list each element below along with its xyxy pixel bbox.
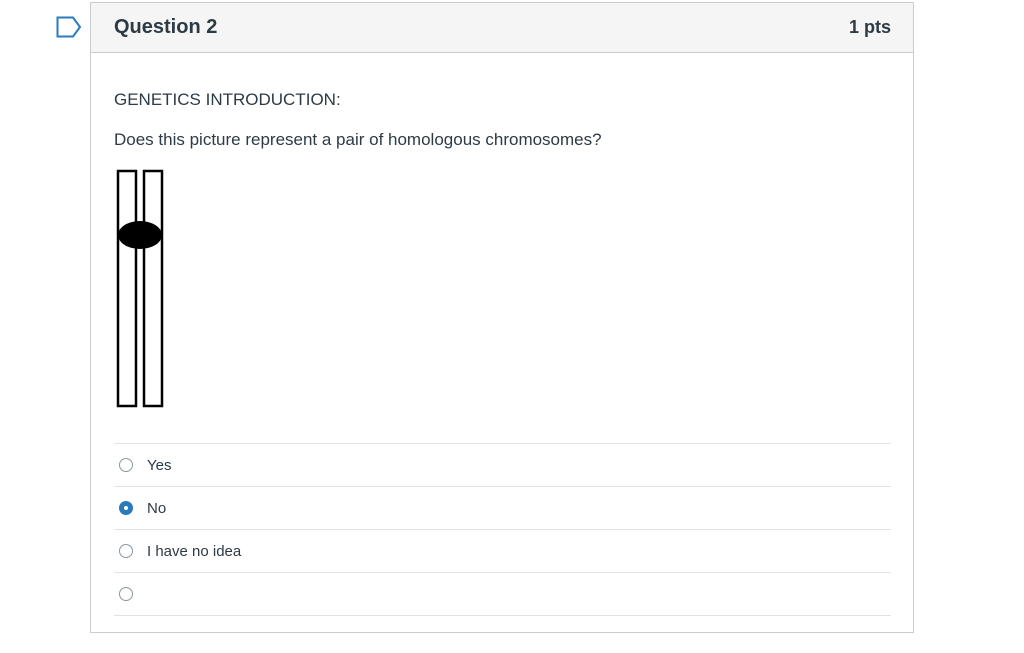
answer-label: Yes bbox=[147, 456, 172, 474]
question-card: Question 2 1 pts GENETICS INTRODUCTION: … bbox=[90, 2, 914, 633]
question-title: Question 2 bbox=[114, 16, 218, 38]
answer-list: Yes No I have no idea bbox=[114, 443, 891, 616]
radio-button[interactable] bbox=[119, 587, 133, 601]
radio-button[interactable] bbox=[119, 544, 133, 558]
answer-label: No bbox=[147, 499, 167, 517]
answer-option-empty[interactable] bbox=[114, 572, 891, 616]
radio-button-selected[interactable] bbox=[119, 501, 133, 515]
question-body: GENETICS INTRODUCTION: Does this picture… bbox=[91, 53, 913, 616]
answer-label: I have no idea bbox=[147, 542, 242, 560]
question-intro: GENETICS INTRODUCTION: bbox=[114, 90, 341, 109]
question-header: Question 2 1 pts bbox=[91, 3, 913, 53]
answer-option-no[interactable]: No bbox=[114, 486, 891, 529]
flag-question-icon[interactable] bbox=[56, 16, 82, 38]
chromosome-diagram-icon bbox=[116, 169, 164, 408]
answer-option-no-idea[interactable]: I have no idea bbox=[114, 529, 891, 572]
radio-button[interactable] bbox=[119, 458, 133, 472]
answer-option-yes[interactable]: Yes bbox=[114, 443, 891, 486]
question-points: 1 pts bbox=[848, 17, 891, 37]
question-prompt: Does this picture represent a pair of ho… bbox=[114, 130, 602, 149]
